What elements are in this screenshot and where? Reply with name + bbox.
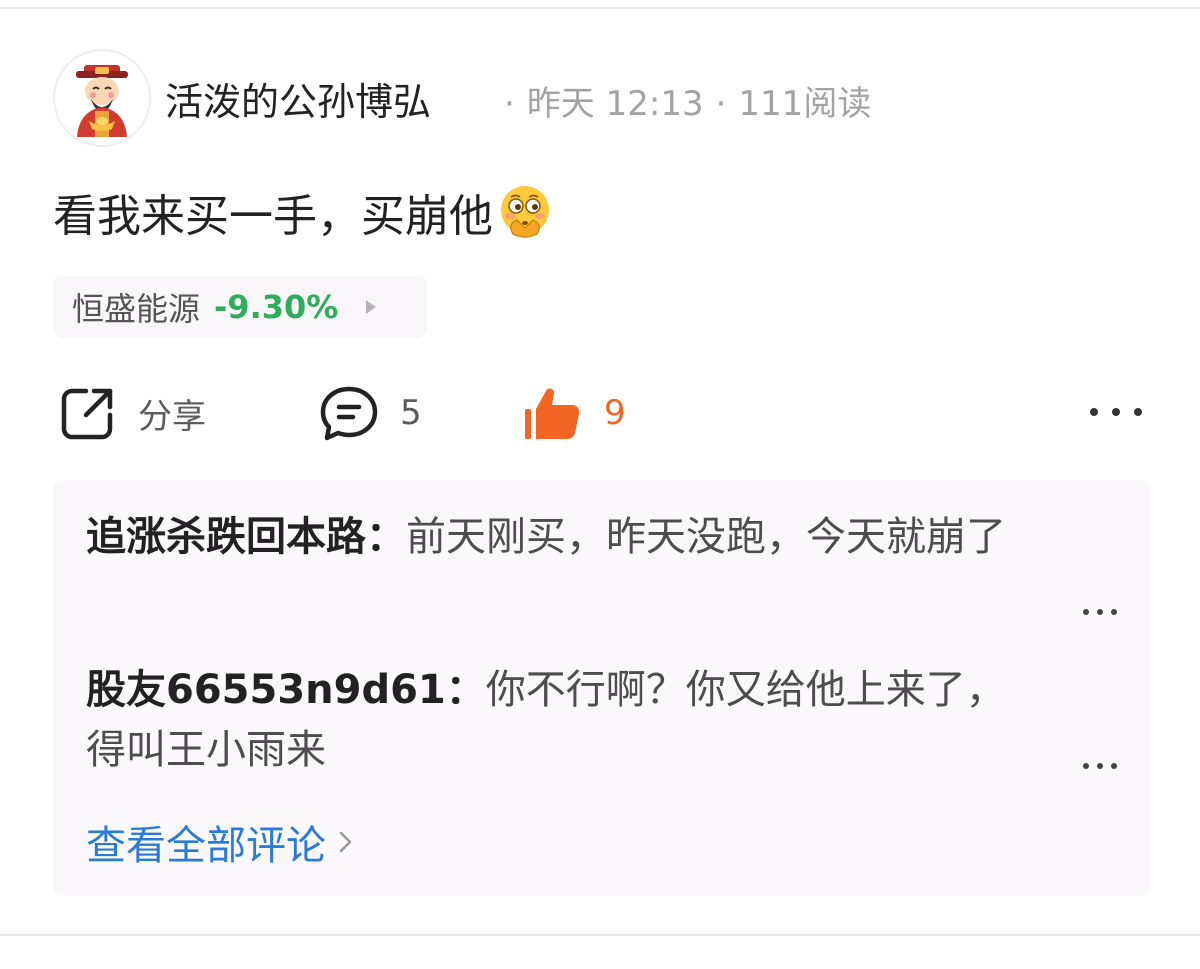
author-name[interactable]: 活泼的公孙博弘 (165, 71, 431, 126)
comment-text: 前天刚买，昨天没跑，今天就崩了 (406, 514, 1006, 560)
comment-item[interactable]: 股友66553n9d61：你不行啊？你又给他上来了，得叫王小雨来 (86, 660, 1016, 780)
view-all-comments-link[interactable]: 查看全部评论 (86, 814, 354, 870)
chevron-right-icon (366, 300, 377, 314)
comment-separator: ： (445, 667, 486, 713)
like-button[interactable]: 9 (522, 382, 626, 444)
chevron-right-icon (339, 831, 352, 853)
share-icon (61, 388, 113, 440)
post-time: 昨天 12:13 (526, 84, 704, 124)
comment-count: 5 (400, 393, 422, 433)
comment-user[interactable]: 股友66553n9d61 (86, 667, 446, 713)
bottom-divider (0, 934, 1200, 936)
comment-button[interactable]: 5 (318, 382, 422, 444)
comment-more-icon[interactable] (1083, 602, 1117, 622)
thumbs-up-icon (525, 388, 580, 439)
comment-user[interactable]: 追涨杀跌回本路 (86, 514, 366, 560)
post-reads: 111阅读 (738, 84, 872, 124)
post-text: 看我来买一手，买崩他 (53, 180, 553, 244)
stock-name: 恒盛能源 (72, 290, 201, 328)
share-button[interactable]: 分享 (58, 382, 206, 444)
more-icon-dot (1134, 408, 1142, 416)
post-meta: · 昨天 12:13 · 111阅读 (492, 76, 871, 125)
comment-icon (320, 386, 378, 441)
more-options-button[interactable] (1090, 396, 1142, 428)
meta-dot: · (504, 84, 515, 124)
more-icon-dot (1112, 408, 1120, 416)
post-body: 看我来买一手，买崩他 (53, 191, 493, 242)
comment-item[interactable]: 追涨杀跌回本路：前天刚买，昨天没跑，今天就崩了 (86, 507, 1046, 567)
share-label: 分享 (138, 396, 206, 437)
caishen-avatar-icon (76, 65, 128, 137)
comment-more-icon[interactable] (1083, 756, 1117, 776)
comment-separator: ： (366, 514, 406, 560)
stock-change: -9.30% (214, 288, 339, 326)
avatar[interactable] (53, 49, 151, 147)
stock-chip[interactable]: 恒盛能源 -9.30% (53, 276, 427, 338)
comments-panel: 追涨杀跌回本路：前天刚买，昨天没跑，今天就崩了 股友66553n9d61：你不行… (53, 480, 1151, 896)
top-divider (0, 7, 1200, 9)
like-count: 9 (604, 393, 626, 433)
view-all-label: 查看全部评论 (86, 823, 326, 869)
meta-dot: · (715, 84, 727, 124)
flushed-hands-emoji-icon (501, 186, 549, 238)
more-icon (1090, 408, 1098, 416)
